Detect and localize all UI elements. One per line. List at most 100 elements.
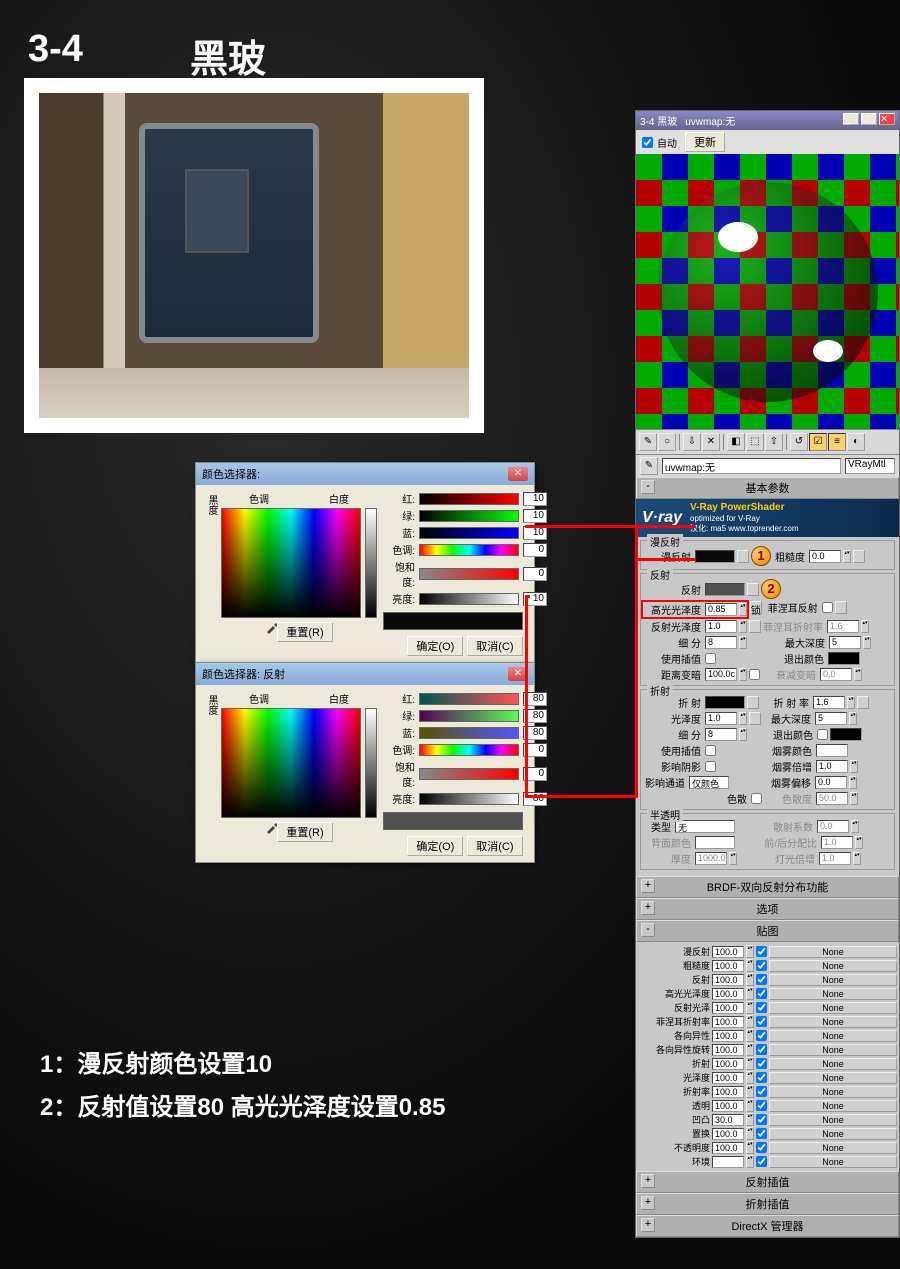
diffuse-map-button[interactable]	[737, 550, 749, 563]
spinner[interactable]: ▴▾	[850, 760, 858, 773]
map-enable-checkbox[interactable]	[756, 1030, 767, 1041]
green-slider[interactable]	[419, 710, 519, 722]
spinner[interactable]: ▴▾	[850, 792, 858, 805]
fwd-back-input[interactable]: 1.0	[821, 836, 853, 849]
map-value-input[interactable]: 100.0	[712, 1072, 744, 1084]
map-button[interactable]	[857, 696, 869, 709]
tool-show-icon[interactable]: ◧	[727, 433, 745, 451]
tool-pick-icon[interactable]: ✎	[639, 433, 657, 451]
map-slot-button[interactable]: None	[769, 1100, 897, 1112]
hilight-gloss-input[interactable]: 0.85	[705, 603, 737, 616]
spinner[interactable]: ▴▾	[855, 836, 863, 849]
refract-swatch[interactable]	[705, 696, 745, 709]
map-slot-button[interactable]: None	[769, 974, 897, 986]
section-basic-params[interactable]: 基本参数	[636, 477, 899, 499]
val-slider[interactable]	[419, 793, 519, 805]
tool-assign-icon[interactable]: ⇩	[683, 433, 701, 451]
spinner[interactable]: ▴▾	[746, 973, 754, 986]
roughness-input[interactable]: 0.0	[809, 550, 841, 563]
spinner[interactable]: ▴▾	[739, 728, 747, 741]
map-value-input[interactable]: 100.0	[712, 1142, 744, 1154]
dialog-titlebar[interactable]: 颜色选择器: ✕	[196, 463, 534, 485]
diffuse-swatch[interactable]	[695, 550, 735, 563]
exit-color-swatch[interactable]	[828, 652, 860, 665]
map-value-input[interactable]: 100.0	[712, 1030, 744, 1042]
tool-mat-icon[interactable]: ◐	[847, 433, 865, 451]
hue-slider[interactable]	[419, 544, 519, 556]
map-value-input[interactable]: 30.0	[712, 1114, 744, 1126]
spinner[interactable]: ▴▾	[746, 959, 754, 972]
map-value-input[interactable]: 100.0	[712, 1002, 744, 1014]
reflect-swatch[interactable]	[705, 583, 745, 596]
hue-slider[interactable]	[419, 744, 519, 756]
spinner[interactable]: ▴▾	[739, 668, 747, 681]
subdivs-input[interactable]: 8	[705, 728, 737, 741]
map-slot-button[interactable]: None	[769, 1128, 897, 1140]
auto-checkbox[interactable]	[642, 137, 653, 148]
dim-dist-checkbox[interactable]	[749, 669, 760, 680]
minimize-button[interactable]: _	[843, 113, 859, 125]
tool-select-icon[interactable]: ⬚	[746, 433, 764, 451]
subdivs-input[interactable]: 8	[705, 636, 737, 649]
spinner[interactable]: ▴▾	[739, 712, 747, 725]
spinner[interactable]: ▴▾	[746, 1071, 754, 1084]
cancel-button[interactable]: 取消(C)	[467, 636, 522, 656]
fog-color-swatch[interactable]	[816, 744, 848, 757]
reset-button[interactable]: 重置(R)	[277, 622, 332, 642]
lock-button[interactable]: 锁	[750, 601, 762, 614]
spinner[interactable]: ▴▾	[746, 1099, 754, 1112]
spinner[interactable]: ▴▾	[746, 945, 754, 958]
sat-slider[interactable]	[419, 768, 519, 780]
map-value-input[interactable]: 100.0	[712, 1100, 744, 1112]
tool-list-icon[interactable]: ≡	[828, 433, 846, 451]
map-enable-checkbox[interactable]	[756, 1100, 767, 1111]
map-slot-button[interactable]: None	[769, 960, 897, 972]
spinner[interactable]: ▴▾	[849, 712, 857, 725]
map-slot-button[interactable]: None	[769, 988, 897, 1000]
roughness-map-button[interactable]	[853, 550, 865, 563]
reflect-map-button[interactable]	[747, 583, 759, 596]
reflect-gloss-input[interactable]: 1.0	[705, 620, 737, 633]
red-input[interactable]: 10	[523, 492, 547, 506]
update-button[interactable]: 更新	[685, 132, 725, 152]
section-reflect-interp[interactable]: 反射插值	[636, 1171, 899, 1193]
fog-bias-input[interactable]: 0.0	[815, 776, 847, 789]
fresnel-checkbox[interactable]	[822, 602, 833, 613]
map-slot-button[interactable]: None	[769, 1156, 897, 1168]
spinner[interactable]: ▴▾	[854, 668, 862, 681]
map-slot-button[interactable]: None	[769, 1002, 897, 1014]
maximize-button[interactable]: □	[861, 113, 877, 125]
spinner[interactable]: ▴▾	[746, 1141, 754, 1154]
spinner[interactable]: ▴▾	[739, 620, 747, 633]
luminance-slider[interactable]	[365, 508, 377, 618]
spinner[interactable]: ▴▾	[746, 1085, 754, 1098]
fog-mult-input[interactable]: 1.0	[816, 760, 848, 773]
spinner[interactable]: ▴▾	[746, 1057, 754, 1070]
map-slot-button[interactable]: None	[769, 1016, 897, 1028]
map-slot-button[interactable]: None	[769, 1072, 897, 1084]
map-enable-checkbox[interactable]	[756, 1044, 767, 1055]
map-enable-checkbox[interactable]	[756, 988, 767, 999]
spinner[interactable]: ▴▾	[746, 1001, 754, 1014]
map-button[interactable]	[749, 712, 761, 725]
spinner[interactable]: ▴▾	[746, 1155, 754, 1168]
spinner[interactable]: ▴▾	[729, 852, 737, 865]
blue-slider[interactable]	[419, 527, 519, 539]
fresnel-map-button[interactable]	[835, 601, 847, 614]
map-enable-checkbox[interactable]	[756, 960, 767, 971]
hue-sat-field[interactable]	[221, 708, 361, 818]
map-slot-button[interactable]: None	[769, 1044, 897, 1056]
cancel-button[interactable]: 取消(C)	[467, 836, 522, 856]
spinner[interactable]: ▴▾	[746, 1015, 754, 1028]
spinner[interactable]: ▴▾	[861, 620, 869, 633]
close-button[interactable]: ✕	[879, 113, 895, 125]
hilight-gloss-spinner[interactable]: ▴▾	[739, 603, 747, 616]
map-button[interactable]	[747, 696, 759, 709]
section-options[interactable]: 选项	[636, 898, 899, 920]
map-value-input[interactable]: 100.0	[712, 1128, 744, 1140]
exit-color-checkbox[interactable]	[817, 729, 828, 740]
back-color-swatch[interactable]	[695, 836, 735, 849]
section-directx[interactable]: DirectX 管理器	[636, 1215, 899, 1237]
spinner[interactable]: ▴▾	[849, 776, 857, 789]
max-depth-input[interactable]: 5	[829, 636, 861, 649]
